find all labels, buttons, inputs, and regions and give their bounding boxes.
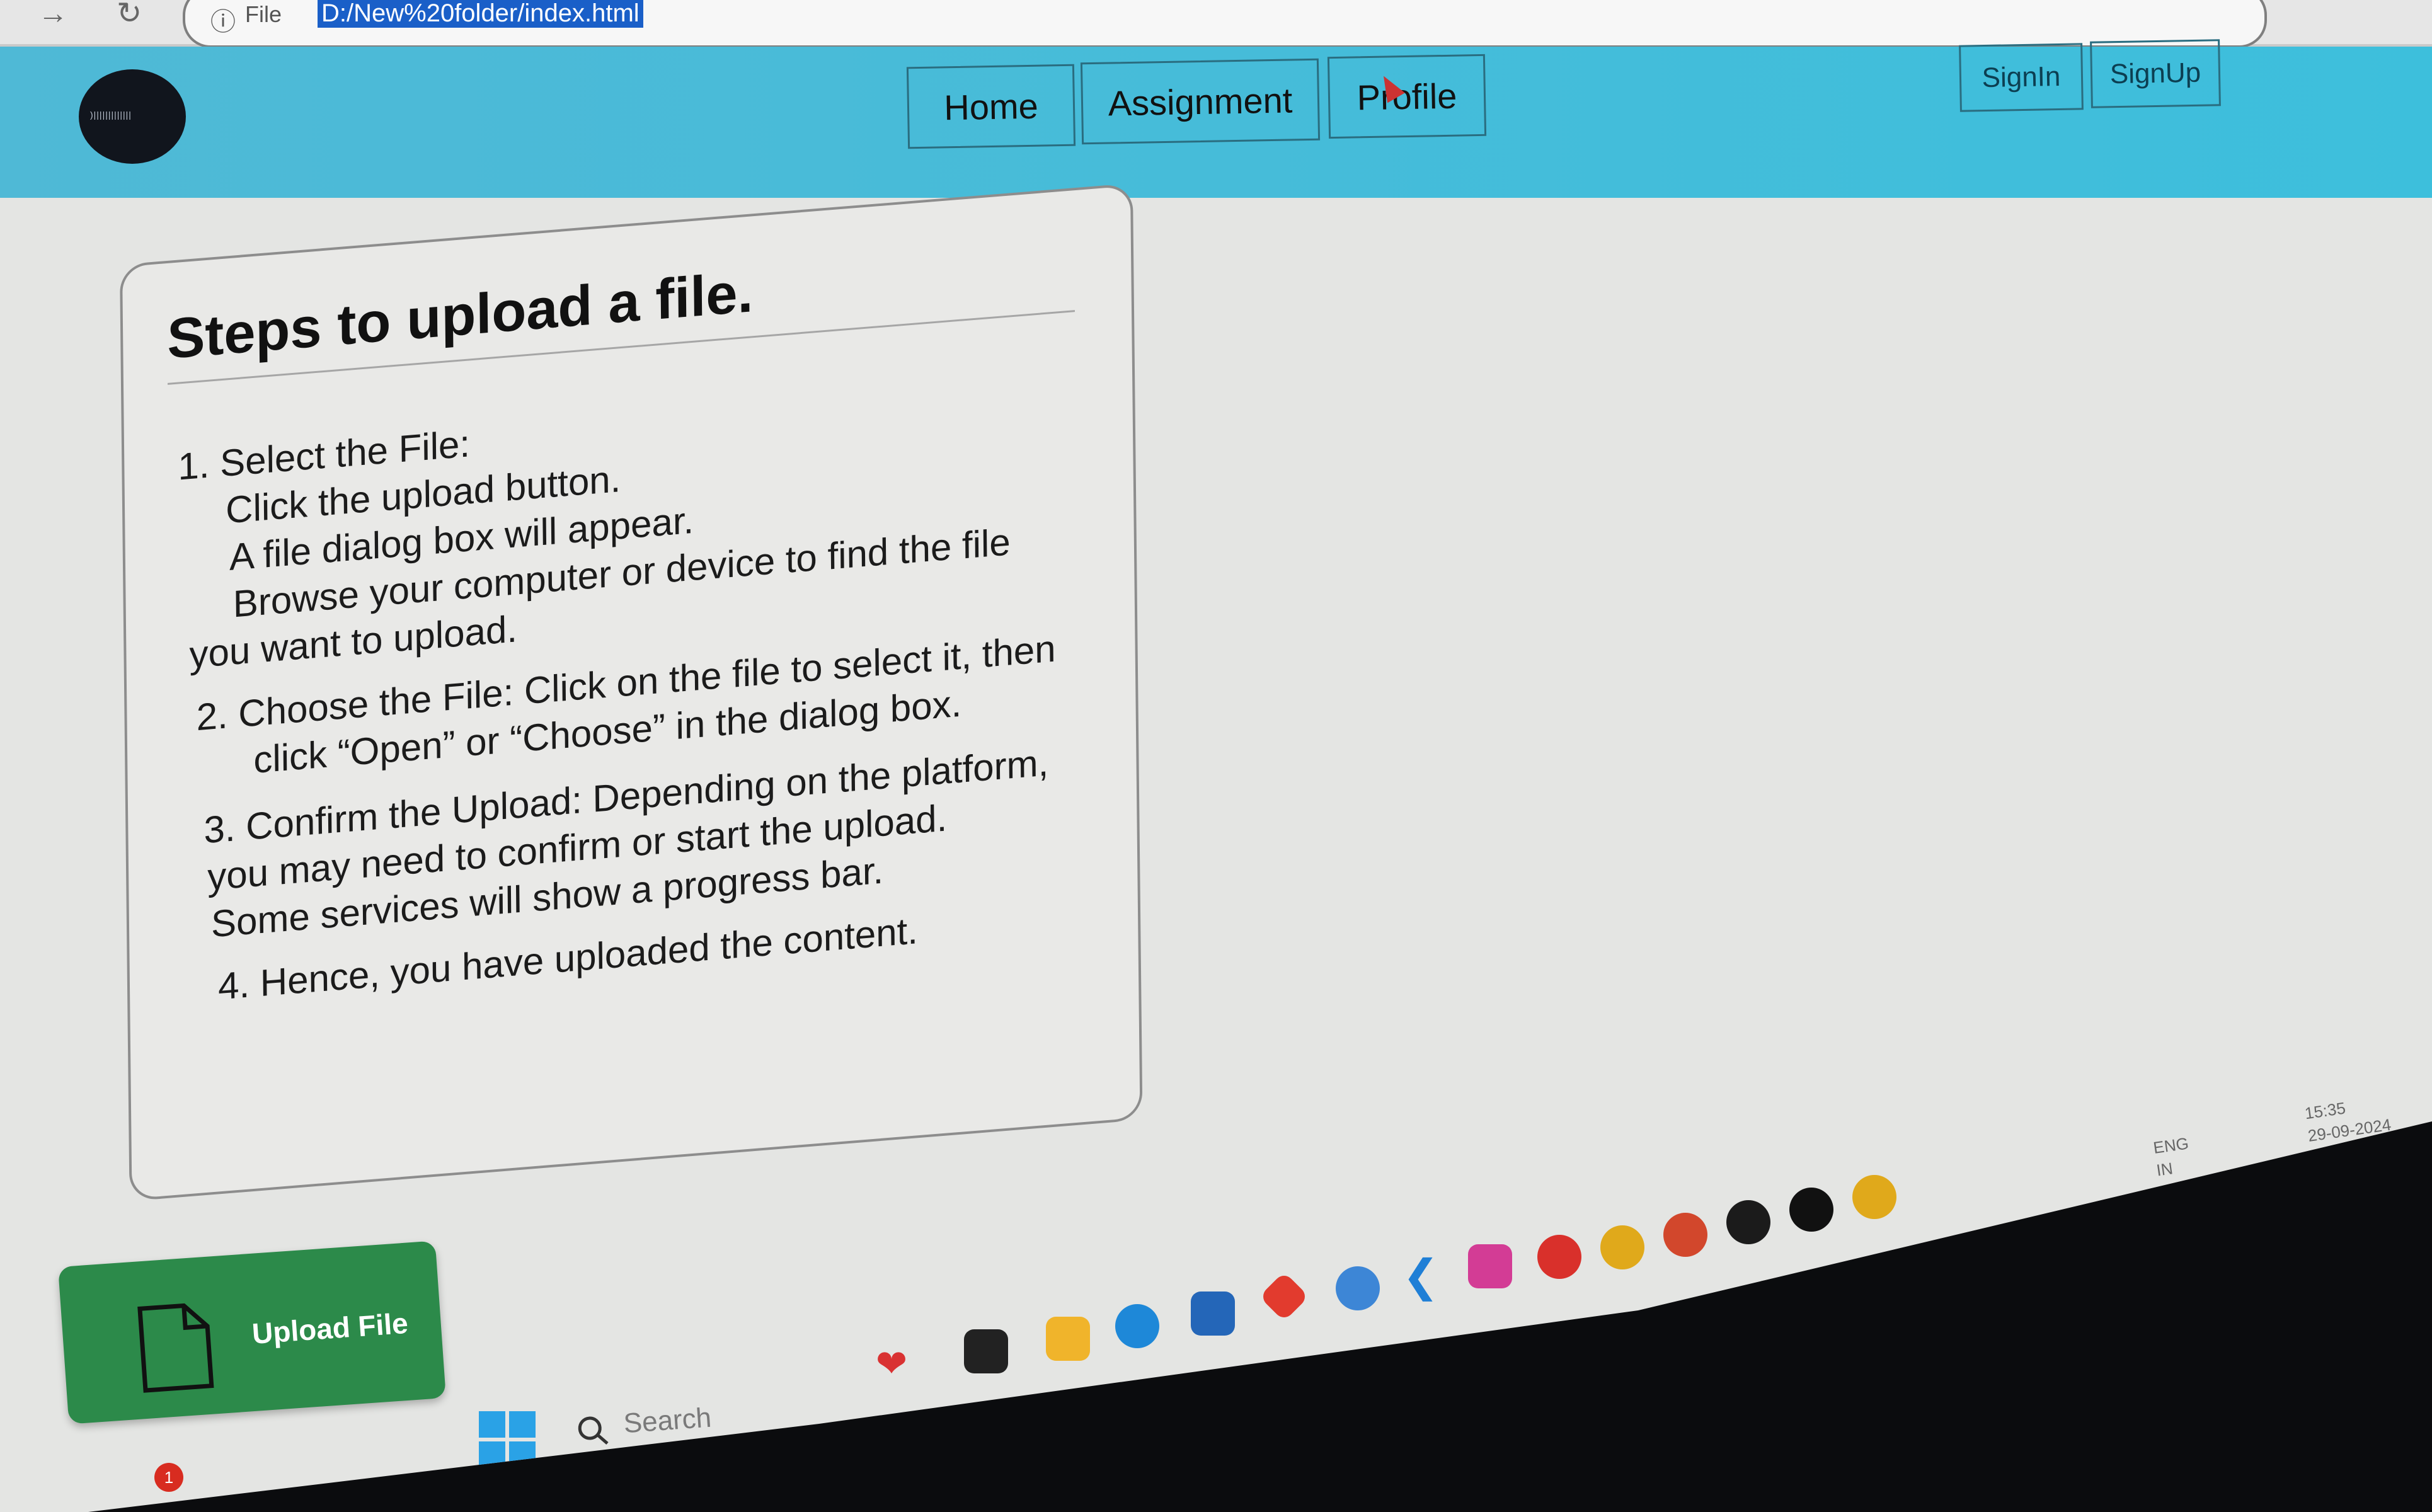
instagram-icon[interactable] [1468,1244,1512,1288]
nav-profile-label: Profile [1357,76,1457,117]
chrome-icon[interactable] [1600,1225,1644,1269]
chrome-profile-icon[interactable] [1852,1175,1896,1219]
system-tray-language[interactable]: ENG IN [2152,1131,2193,1181]
store-icon[interactable] [1191,1292,1235,1336]
document-icon [137,1303,214,1393]
file-explorer-icon[interactable] [1046,1317,1090,1361]
steps-card: Steps to upload a file. 1. Select the Fi… [120,183,1143,1201]
screen: → ↻ ⓘ File D:/New%20folder/index.html )|… [0,0,2432,1512]
whatsapp-icon[interactable] [1726,1200,1770,1244]
logo-text: )||||||||||||| [90,110,132,120]
upload-file-label: Upload File [251,1306,410,1350]
address-bar[interactable]: ⓘ File D:/New%20folder/index.html [183,0,2267,48]
office-icon[interactable] [1259,1271,1309,1322]
card-title: Steps to upload a file. [166,261,754,371]
edge-icon[interactable] [1115,1304,1159,1348]
url-text[interactable]: D:/New%20folder/index.html [318,0,643,28]
signup-label: SignUp [2109,57,2201,90]
nav-assignment-label: Assignment [1108,79,1293,123]
file-scheme-label: File [245,1,282,27]
wps-office-icon[interactable] [1537,1235,1581,1279]
python-icon[interactable] [1336,1266,1380,1310]
signin-button[interactable]: SignIn [1959,43,2084,112]
signin-label: SignIn [1982,60,2061,94]
browser-toolbar: → ↻ ⓘ File D:/New%20folder/index.html [0,0,2432,48]
task-view-icon[interactable] [964,1329,1008,1373]
taskbar-clock[interactable]: 15:35 29-09-2024 [2303,1091,2393,1147]
health-app-icon[interactable]: ❤ [869,1342,914,1386]
signup-button[interactable]: SignUp [2090,39,2221,108]
back-arrow-icon[interactable]: → [38,0,68,29]
nav-home[interactable]: Home [906,64,1076,149]
nav-home-label: Home [943,86,1039,127]
vscode-icon[interactable]: ❮ [1399,1251,1443,1300]
region-label: IN [2155,1159,2174,1180]
site-logo[interactable]: )||||||||||||| [79,69,186,164]
media-player-icon[interactable] [1789,1188,1833,1232]
powerpoint-icon[interactable] [1663,1213,1707,1257]
reload-icon[interactable]: ↻ [117,0,142,29]
nav-assignment[interactable]: Assignment [1080,58,1321,145]
nav-profile[interactable]: Profile [1327,54,1487,139]
info-icon[interactable]: ⓘ [210,1,236,38]
